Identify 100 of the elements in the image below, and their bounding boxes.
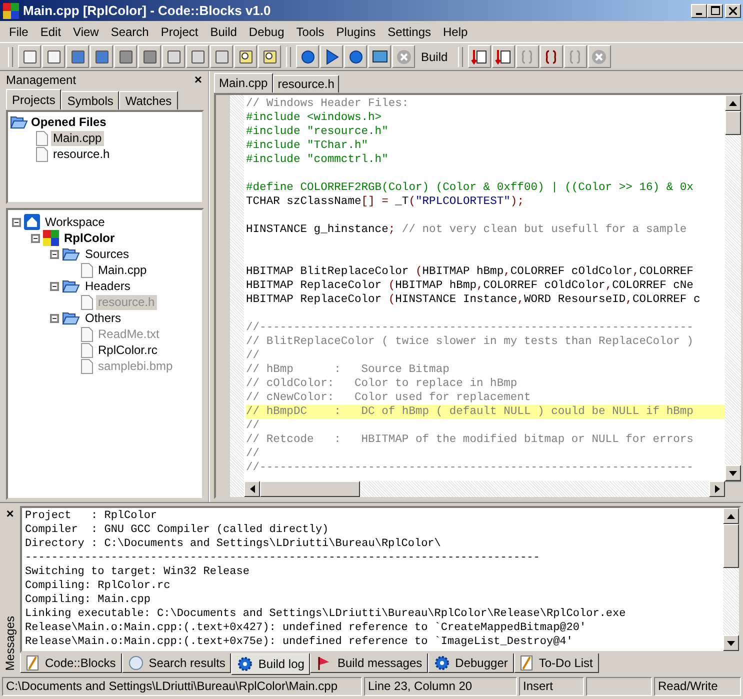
- collapse-toggle[interactable]: [50, 282, 59, 290]
- access-status: Read/Write: [654, 677, 741, 696]
- code-line: // cNewColor: Color used for replacement: [246, 391, 532, 405]
- maximize-button[interactable]: [707, 4, 723, 18]
- scroll-up-button[interactable]: [725, 95, 741, 111]
- toolbar-button[interactable]: [296, 45, 319, 68]
- menu-item[interactable]: Edit: [34, 24, 68, 38]
- tree-item[interactable]: Workspace: [43, 214, 107, 230]
- collapse-toggle[interactable]: [50, 314, 59, 322]
- code-line: // hBmp : Source Bitmap: [246, 363, 450, 377]
- collapse-toggle[interactable]: [31, 234, 40, 242]
- menu-item[interactable]: View: [67, 24, 105, 38]
- arrow-list-icon: [470, 48, 488, 66]
- menu-item[interactable]: Settings: [382, 24, 438, 38]
- messages-tab[interactable]: Search results: [122, 653, 232, 673]
- down-arrow-icon: [727, 640, 735, 646]
- panel-tab[interactable]: Symbols: [61, 91, 120, 110]
- toolbar-button[interactable]: [492, 45, 515, 68]
- code-line: TCHAR szClassName[] = _T("RPLCOLORTEST");: [246, 195, 525, 209]
- tree-item[interactable]: Others: [83, 310, 124, 326]
- toolbar-button[interactable]: [210, 45, 233, 68]
- toolbar-button[interactable]: [320, 45, 343, 68]
- file-icon: [81, 326, 93, 342]
- project-icon: [43, 230, 59, 246]
- minimize-icon: [696, 12, 702, 14]
- close-button[interactable]: ×: [192, 74, 204, 86]
- messages-tab[interactable]: Build messages: [310, 653, 428, 673]
- close-icon: [729, 6, 737, 14]
- toolbar-button[interactable]: [540, 45, 563, 68]
- panel-title: Management: [6, 73, 76, 87]
- tree-item[interactable]: Headers: [83, 278, 132, 294]
- code-line: HINSTANCE g_hinstance; // not very clean but usefull for a sample: [246, 223, 688, 237]
- vertical-scrollbar-thumb[interactable]: [725, 111, 741, 135]
- messages-tab[interactable]: Build log: [231, 653, 310, 675]
- toolbar-button[interactable]: [162, 45, 185, 68]
- menu-item[interactable]: File: [3, 24, 34, 38]
- toolbar-button[interactable]: [42, 45, 65, 68]
- code-line: #include "resource.h": [246, 125, 390, 139]
- collapse-toggle[interactable]: [50, 250, 59, 258]
- messages-tab[interactable]: Debugger: [428, 653, 514, 673]
- toolbar-button[interactable]: [90, 45, 113, 68]
- vertical-scrollbar-thumb[interactable]: [723, 524, 739, 568]
- toolbar-button[interactable]: [186, 45, 209, 68]
- toolbar-button[interactable]: [258, 45, 281, 68]
- stop-icon: [590, 48, 608, 66]
- toolbar-button[interactable]: [114, 45, 137, 68]
- menu-item[interactable]: Search: [104, 24, 155, 38]
- code-line: #include "TChar.h": [246, 139, 370, 153]
- menu-item[interactable]: Help: [437, 24, 474, 38]
- menu-item[interactable]: Build: [204, 24, 243, 38]
- tree-item[interactable]: Main.cpp: [96, 262, 149, 278]
- editor-tab[interactable]: Main.cpp: [214, 73, 273, 93]
- scroll-right-button[interactable]: [709, 481, 725, 497]
- toolbar-button[interactable]: [344, 45, 367, 68]
- panel-tab[interactable]: Projects: [6, 89, 62, 110]
- toolbar-button[interactable]: [234, 45, 257, 68]
- tree-item[interactable]: RplColor.rc: [96, 342, 160, 358]
- toolbar-button[interactable]: [468, 45, 491, 68]
- horizontal-scrollbar-thumb[interactable]: [260, 481, 360, 497]
- up-arrow-icon: [729, 100, 737, 106]
- tree-item[interactable]: Sources: [83, 246, 132, 262]
- tree-item[interactable]: resource.h: [51, 146, 112, 162]
- editor-tab[interactable]: resource.h: [272, 75, 340, 93]
- scroll-down-button[interactable]: [725, 465, 741, 481]
- code-line: //: [246, 419, 261, 433]
- file-path-status: C:\Documents and Settings\LDriutti\Bureau\RplColor\Main.cpp: [2, 677, 362, 696]
- file-icon: [81, 342, 93, 358]
- status-field: [586, 677, 652, 696]
- tree-item[interactable]: RplColor: [62, 230, 117, 246]
- up-arrow-icon: [727, 514, 735, 518]
- scroll-left-button[interactable]: [244, 481, 260, 497]
- scroll-down-button[interactable]: [723, 635, 739, 651]
- menu-item[interactable]: Tools: [290, 24, 330, 38]
- left-arrow-icon: [250, 485, 254, 493]
- panel-tab[interactable]: Watches: [119, 91, 178, 110]
- down-arrow-icon: [729, 470, 737, 476]
- toolbar-button[interactable]: [18, 45, 41, 68]
- toolbar-button[interactable]: [368, 45, 391, 68]
- toolbar-button[interactable]: [138, 45, 161, 68]
- file-icon: [81, 358, 93, 374]
- messages-tab[interactable]: To-Do List: [514, 653, 599, 673]
- toolbar-button[interactable]: [66, 45, 89, 68]
- log-line: Switching to target: Win32 Release: [25, 565, 250, 579]
- menu-item[interactable]: Project: [154, 24, 204, 38]
- minimize-button[interactable]: [691, 4, 707, 18]
- log-line: Project : RplColor: [25, 509, 158, 523]
- tree-item[interactable]: Main.cpp: [51, 130, 104, 146]
- messages-tab[interactable]: Code::Blocks: [20, 653, 122, 673]
- close-button[interactable]: [725, 4, 741, 18]
- code-line: //: [246, 349, 261, 363]
- menu-item[interactable]: Debug: [242, 24, 290, 38]
- menu-item[interactable]: Plugins: [330, 24, 382, 38]
- cursor-position-status: Line 23, Column 20: [364, 677, 517, 696]
- house-icon: [24, 214, 40, 230]
- close-button[interactable]: ×: [4, 508, 16, 520]
- right-arrow-icon: [714, 485, 720, 493]
- collapse-toggle[interactable]: [12, 218, 21, 226]
- log-line: Linking executable: C:\Documents and Settings\LDriutti\Bureau\RplColor\Release\RplColor.exe: [25, 607, 627, 621]
- scroll-up-button[interactable]: [723, 508, 739, 524]
- file-icon: [81, 262, 93, 278]
